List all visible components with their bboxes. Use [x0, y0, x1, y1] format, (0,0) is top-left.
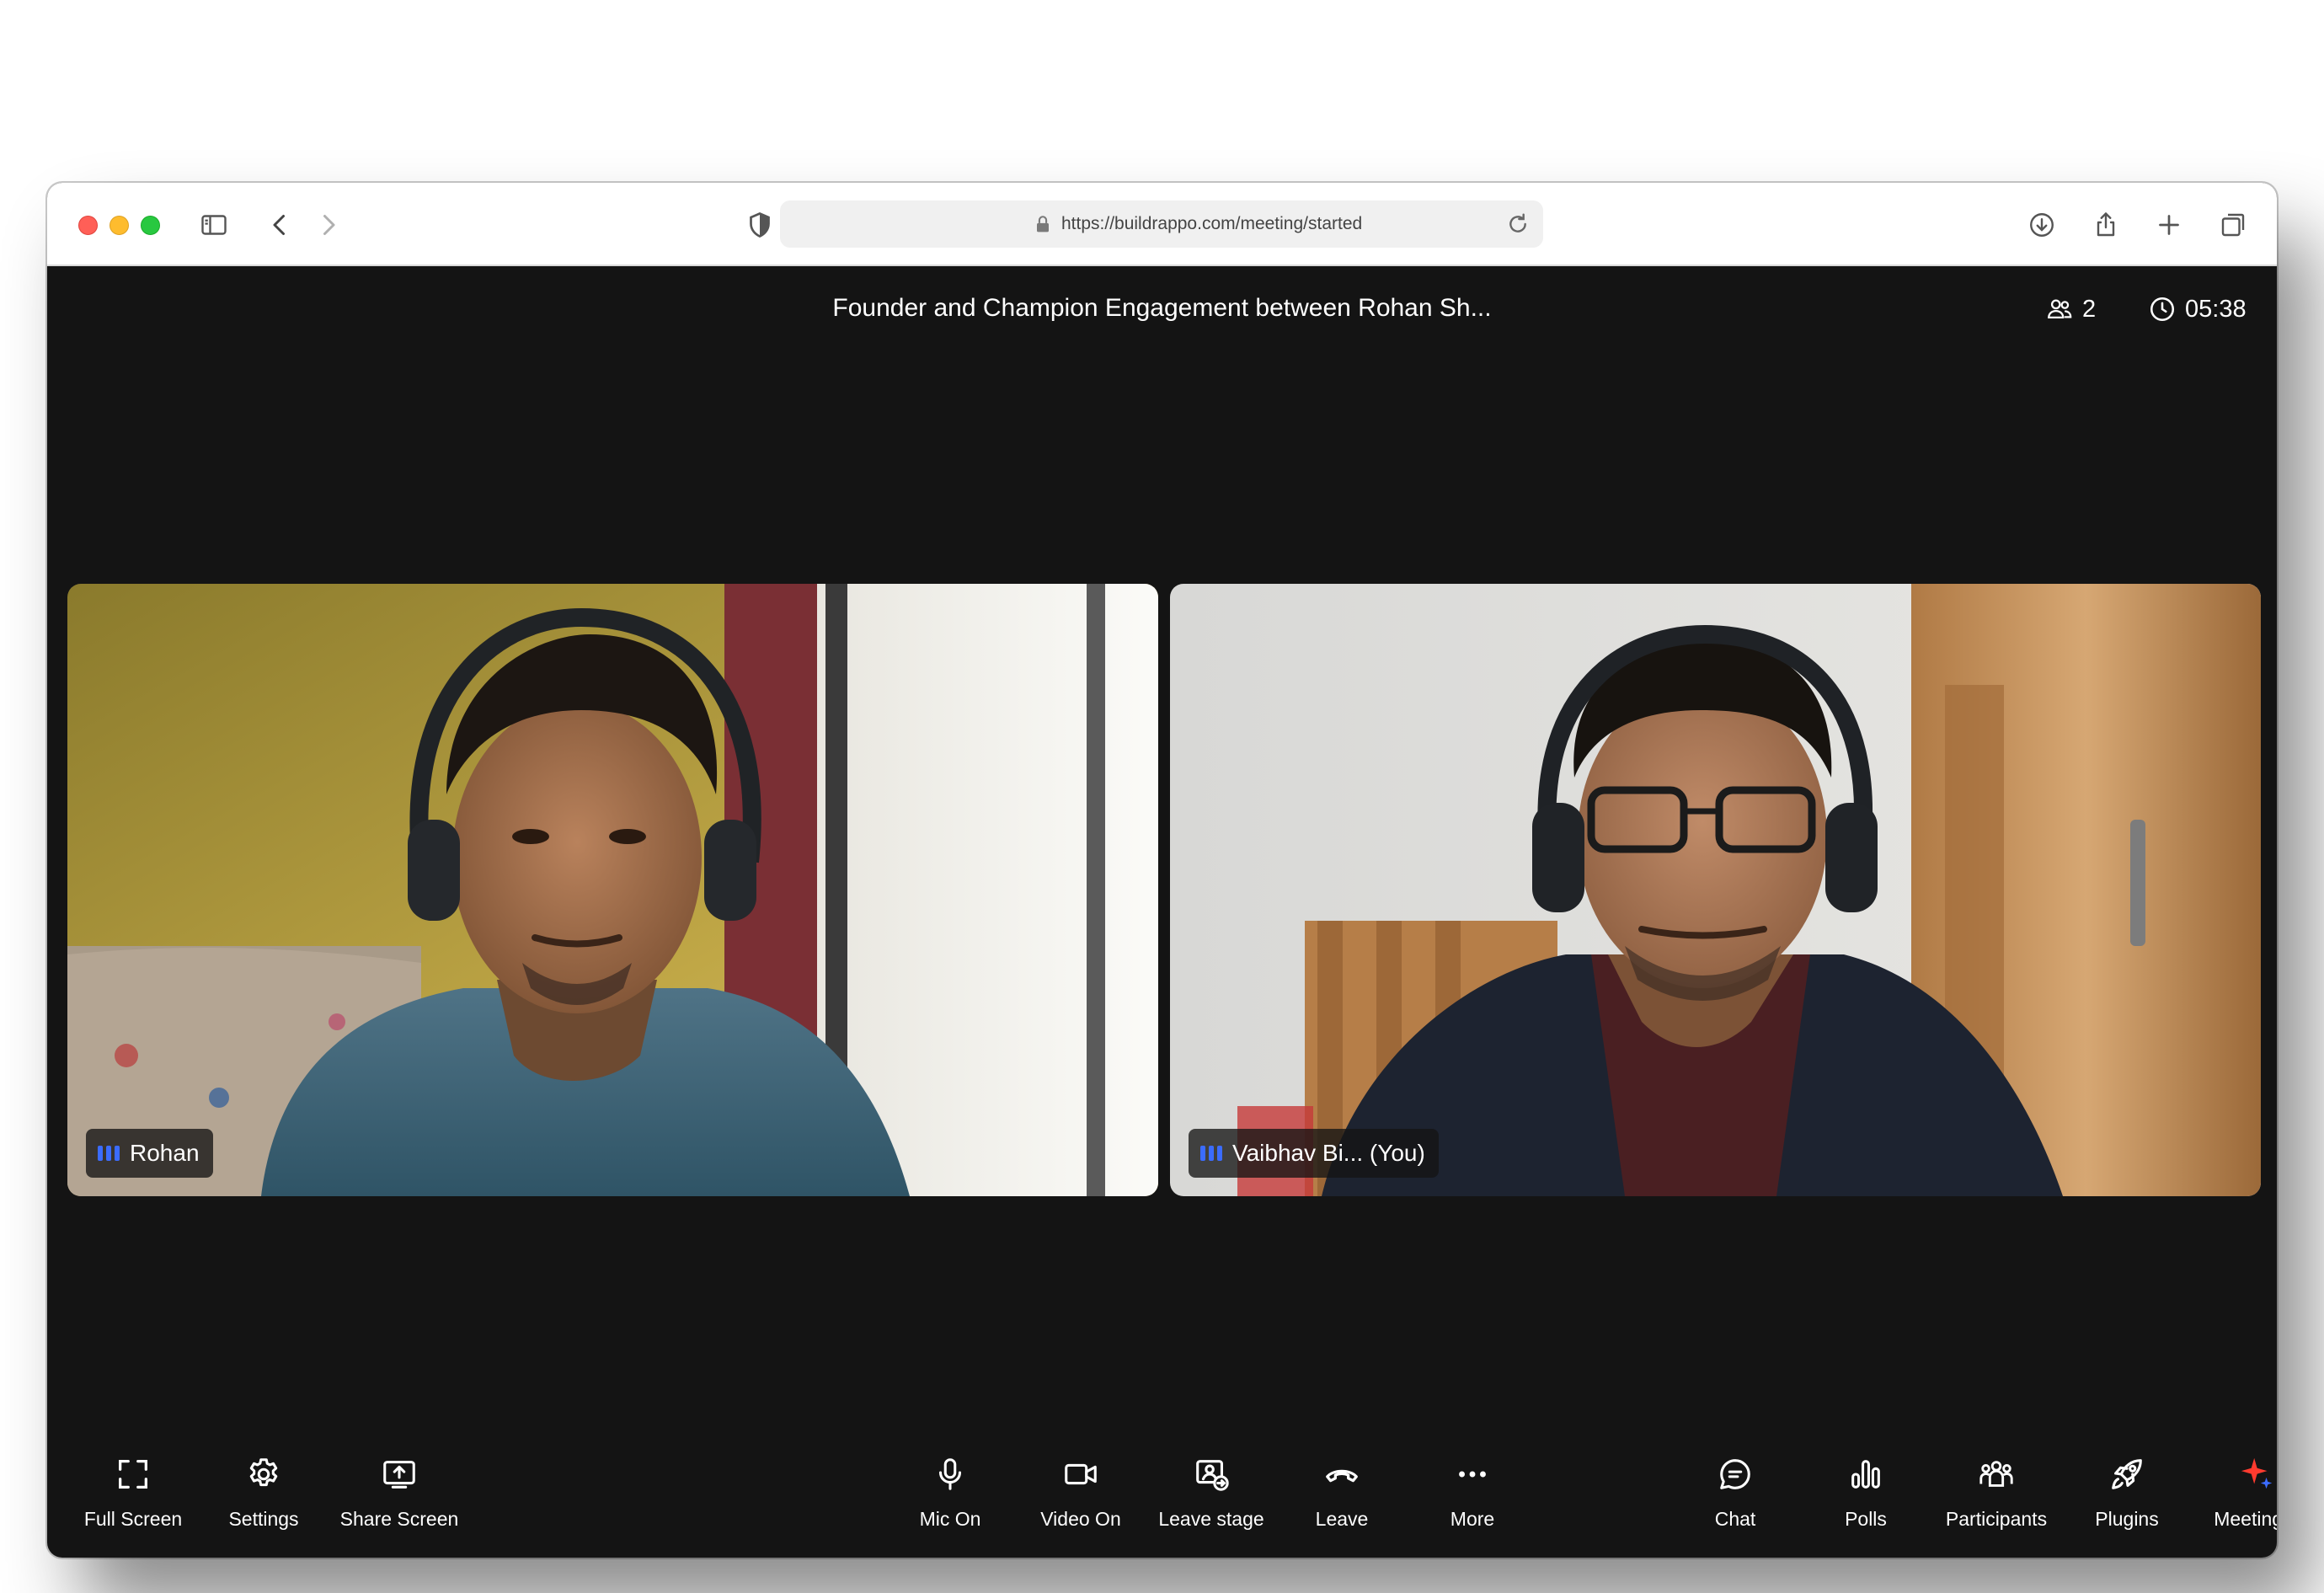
lock-icon [1037, 216, 1049, 233]
tab-overview-icon[interactable] [2214, 206, 2252, 243]
browser-window: https://buildrappo.com/meeting/started F… [47, 183, 2277, 1558]
meeting-timer: 05:38 [2148, 292, 2247, 326]
minimize-window-button[interactable] [110, 216, 129, 235]
polls-icon [1844, 1452, 1888, 1496]
settings-label: Settings [228, 1508, 299, 1530]
leave-stage-button[interactable]: Leave stage [1148, 1452, 1274, 1537]
audio-level-icon [98, 1146, 120, 1161]
participant-video [67, 584, 1158, 1196]
timer-value: 05:38 [2185, 295, 2247, 323]
sparkle-icon [2236, 1452, 2277, 1496]
more-label: More [1450, 1508, 1495, 1530]
forward-arrow-icon[interactable] [310, 206, 347, 243]
participants-button[interactable]: Participants [1933, 1452, 2060, 1537]
browser-toolbar: https://buildrappo.com/meeting/started [47, 183, 2277, 266]
video-toggle-button[interactable]: Video On [1018, 1452, 1144, 1537]
share-screen-button[interactable]: Share Screen [336, 1452, 462, 1537]
mic-label: Mic On [919, 1508, 981, 1530]
self-video [1170, 584, 2261, 1196]
chat-bubble-icon [1713, 1452, 1757, 1496]
chat-button[interactable]: Chat [1672, 1452, 1798, 1537]
participant-name: Vaibhav Bi... (You) [1232, 1140, 1425, 1166]
rocket-icon [2105, 1452, 2149, 1496]
leave-stage-label: Leave stage [1158, 1508, 1264, 1530]
participant-count[interactable]: 2 [2045, 292, 2096, 326]
meeting-title: Founder and Champion Engagement between … [832, 294, 1492, 322]
full-screen-label: Full Screen [83, 1508, 183, 1530]
close-window-button[interactable] [78, 216, 98, 235]
plugins-label: Plugins [2095, 1508, 2159, 1530]
audio-level-icon [1200, 1146, 1222, 1161]
address-bar[interactable]: https://buildrappo.com/meeting/started [780, 200, 1543, 248]
privacy-shield-icon[interactable] [741, 206, 778, 243]
more-dots-icon [1450, 1452, 1494, 1496]
fullscreen-icon [111, 1452, 155, 1496]
participant-name-tag: Rohan [86, 1129, 213, 1178]
video-camera-icon [1059, 1452, 1103, 1496]
settings-button[interactable]: Settings [200, 1452, 327, 1537]
participant-name: Rohan [130, 1140, 200, 1166]
people-icon [2048, 299, 2072, 319]
participant-count-value: 2 [2082, 295, 2097, 323]
leave-button[interactable]: Leave [1279, 1452, 1405, 1537]
download-icon[interactable] [2023, 206, 2060, 243]
leave-stage-icon [1189, 1452, 1233, 1496]
meetingai-label: MeetingAI [2214, 1508, 2277, 1530]
reload-icon[interactable] [1504, 211, 1531, 238]
share-screen-icon [377, 1452, 421, 1496]
maximize-window-button[interactable] [141, 216, 160, 235]
url-text: https://buildrappo.com/meeting/started [1061, 214, 1363, 233]
new-tab-plus-icon[interactable] [2150, 206, 2188, 243]
share-icon[interactable] [2087, 206, 2124, 243]
full-screen-button[interactable]: Full Screen [70, 1452, 196, 1537]
polls-button[interactable]: Polls [1803, 1452, 1929, 1537]
clock-icon [2150, 297, 2175, 322]
mic-toggle-button[interactable]: Mic On [887, 1452, 1013, 1537]
sidebar-toggle-icon[interactable] [195, 206, 232, 243]
leave-label: Leave [1315, 1508, 1369, 1530]
share-screen-label: Share Screen [339, 1508, 459, 1530]
video-tile-rohan[interactable]: Rohan [67, 584, 1158, 1196]
microphone-icon [928, 1452, 972, 1496]
more-button[interactable]: More [1409, 1452, 1536, 1537]
chat-label: Chat [1714, 1508, 1756, 1530]
plugins-button[interactable]: Plugins [2064, 1452, 2190, 1537]
participants-label: Participants [1945, 1508, 2048, 1530]
polls-label: Polls [1845, 1508, 1887, 1530]
video-tile-self[interactable]: Vaibhav Bi... (You) [1170, 584, 2261, 1196]
phone-hangup-icon [1320, 1452, 1364, 1496]
participants-icon [1974, 1452, 2018, 1496]
meetingai-button[interactable]: MeetingAI [2194, 1452, 2277, 1537]
self-name-tag: Vaibhav Bi... (You) [1189, 1129, 1439, 1178]
gear-icon [242, 1452, 286, 1496]
video-label: Video On [1040, 1508, 1121, 1530]
back-arrow-icon[interactable] [261, 206, 298, 243]
